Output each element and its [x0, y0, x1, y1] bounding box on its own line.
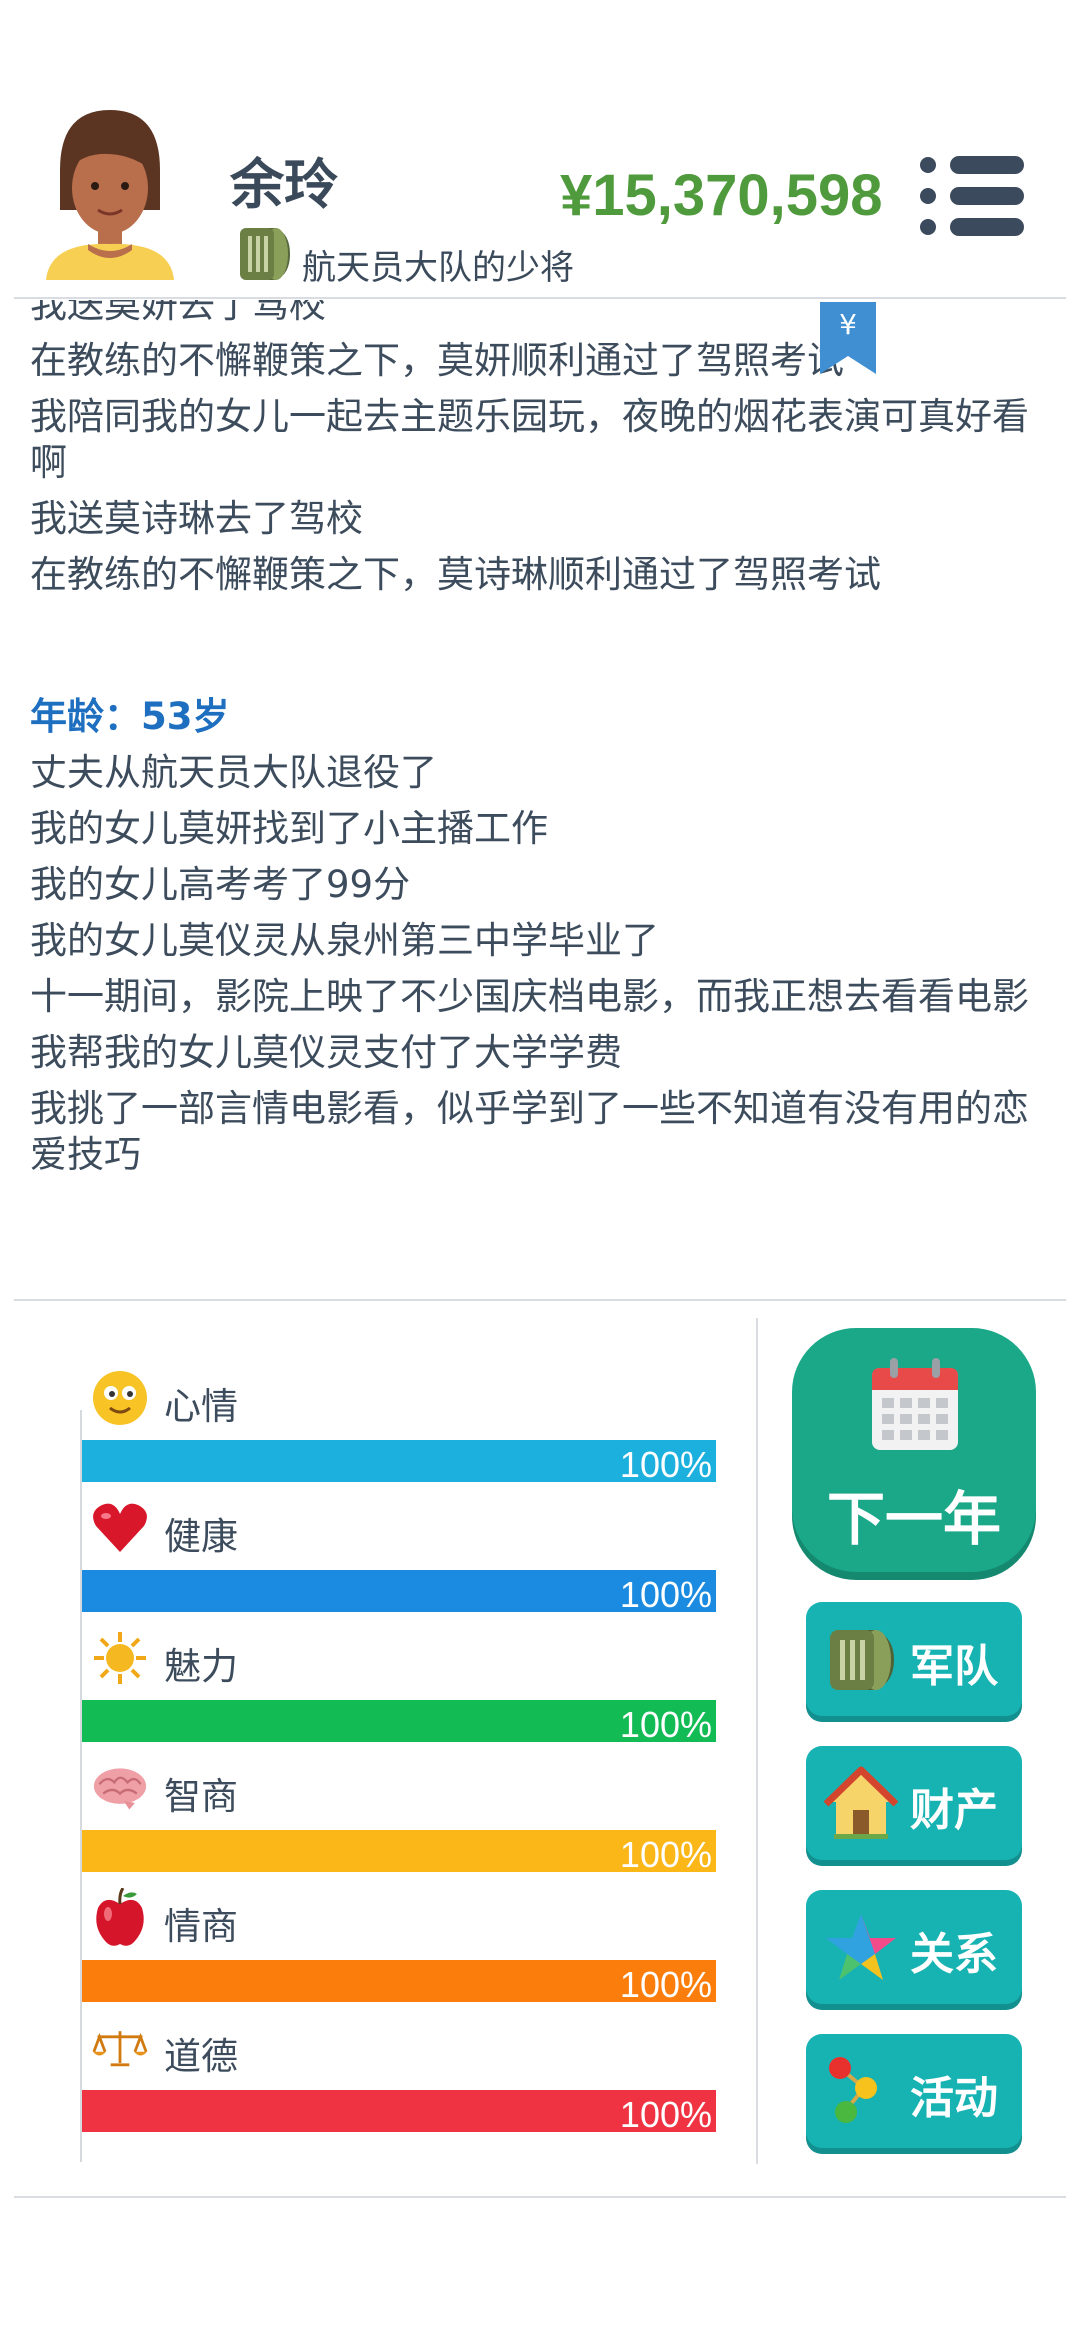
log-entry: 我的女儿高考考了99分 [30, 863, 411, 906]
apple-icon [92, 1888, 148, 1946]
army-button[interactable]: 军队 [806, 1602, 1022, 1716]
stat-value: 100% [619, 1444, 712, 1485]
log-entry: 丈夫从航天员大队退役了 [30, 751, 437, 794]
stat-value: 100% [619, 2094, 712, 2135]
stat-value: 100% [619, 1574, 712, 1615]
stat-label: 情商 [164, 1905, 238, 1948]
scales-icon [92, 2020, 148, 2076]
log-entry: 我挑了一部言情电影看，似乎学到了一些不知道有没有用的恋爱技巧 [30, 1087, 1029, 1176]
log-entry: 我帮我的女儿莫仪灵支付了大学学费 [30, 1031, 622, 1074]
star-icon [826, 1914, 896, 1980]
life-log[interactable]: 我送莫妍去了驾校 在教练的不懈鞭策之下，莫妍顺利通过了驾照考试 我陪同我的女儿一… [30, 300, 1040, 1295]
heart-icon [92, 1500, 148, 1556]
menu-icon[interactable] [920, 156, 1024, 236]
next-year-button[interactable]: 下一年 [792, 1328, 1036, 1572]
log-entry: 我送莫妍去了驾校 [30, 300, 326, 326]
stat-iq: 智商 100% [82, 1760, 716, 1880]
log-divider [14, 1299, 1066, 1301]
bookmark-icon[interactable]: ¥ [820, 302, 876, 374]
stat-eq: 情商 100% [82, 1888, 716, 2010]
age-header: 年龄：53岁 [30, 695, 230, 738]
sun-icon [92, 1630, 148, 1686]
stat-label: 健康 [164, 1515, 238, 1558]
log-entry: 在教练的不懈鞭策之下，莫妍顺利通过了驾照考试 [30, 339, 844, 382]
smiley-icon [92, 1370, 148, 1426]
next-year-label: 下一年 [826, 1485, 1001, 1553]
stats-panel: 心情 100% 健康 100% 魅力 100% 智商 100% 情商 100% … [0, 1310, 760, 2170]
house-icon [824, 1766, 898, 1839]
bookmark-symbol: ¥ [839, 308, 857, 341]
relations-button[interactable]: 关系 [806, 1890, 1022, 2004]
property-label: 财产 [910, 1785, 998, 1836]
stat-health: 健康 100% [82, 1500, 716, 1620]
stat-mood: 心情 100% [82, 1370, 716, 1490]
calendar-icon [872, 1358, 958, 1450]
stat-morality: 道德 100% [82, 2020, 716, 2140]
stat-charm: 魅力 100% [82, 1630, 716, 1750]
army-icon [830, 1630, 894, 1690]
log-entry: 我送莫诗琳去了驾校 [30, 497, 363, 540]
stat-value: 100% [619, 1704, 712, 1745]
avatar[interactable] [40, 110, 180, 280]
army-label: 军队 [910, 1641, 998, 1692]
log-entry: 在教练的不懈鞭策之下，莫诗琳顺利通过了驾照考试 [30, 553, 881, 596]
activity-icon [829, 2057, 877, 2123]
stat-label: 心情 [164, 1385, 238, 1428]
log-entry: 我的女儿莫仪灵从泉州第三中学毕业了 [30, 919, 659, 962]
player-title: 航天员大队的少将 [302, 248, 574, 288]
log-entry: 我陪同我的女儿一起去主题乐园玩，夜晚的烟花表演可真好看啊 [30, 395, 1029, 484]
stat-label: 道德 [164, 2035, 238, 2078]
activities-label: 活动 [910, 2073, 998, 2124]
relations-label: 关系 [910, 1929, 998, 1980]
stat-value: 100% [619, 1834, 712, 1875]
player-name: 余玲 [230, 153, 338, 216]
stat-label: 智商 [164, 1775, 238, 1818]
money-balance: ¥15,370,598 [560, 163, 883, 228]
activities-button[interactable]: 活动 [806, 2034, 1022, 2148]
panel-divider [756, 1318, 758, 2164]
bottom-divider [14, 2196, 1066, 2198]
army-rank-icon [240, 228, 290, 280]
stat-label: 魅力 [164, 1645, 238, 1688]
property-button[interactable]: 财产 [806, 1746, 1022, 1860]
game-screen: 余玲 航天员大队的少将 ¥15,370,598 我送莫妍去了驾校 在教练的不懈鞭… [0, 0, 1080, 2340]
header-divider [14, 297, 1066, 299]
log-entry: 十一期间，影院上映了不少国庆档电影，而我正想去看看电影 [30, 975, 1029, 1018]
brain-icon [92, 1760, 148, 1816]
stat-value: 100% [619, 1964, 712, 2005]
log-entry: 我的女儿莫妍找到了小主播工作 [30, 807, 548, 850]
profile-header: 余玲 航天员大队的少将 ¥15,370,598 [0, 0, 1080, 300]
